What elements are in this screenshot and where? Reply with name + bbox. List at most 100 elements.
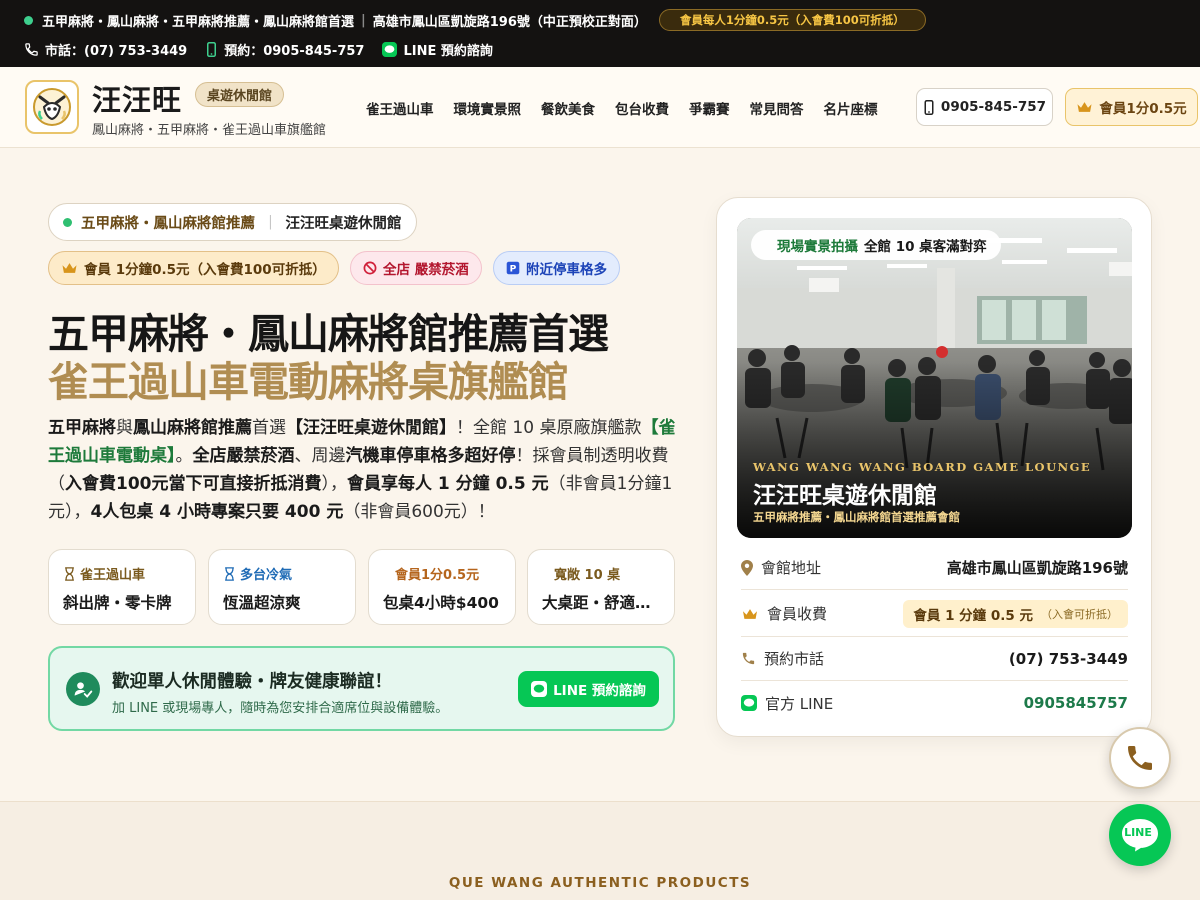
no-entry-icon — [363, 261, 377, 275]
photo-chinese-title: 汪汪旺桌遊休閒館 — [753, 482, 937, 509]
desc-text: 首選 — [252, 418, 286, 438]
photo-caption-pill: 現場實景拍攝 全館 10 桌客滿對弈 — [751, 230, 1001, 260]
header-member-label: 會員1分0.5元 — [1099, 101, 1187, 117]
chip-parking-label: 附近停車格多 — [526, 262, 607, 278]
top-bar-line-link[interactable]: LINE 預約諮詢 — [382, 40, 493, 59]
chip-member-label: 會員 1分鐘0.5元（入會費100可折抵） — [84, 262, 326, 278]
hourglass-icon — [225, 566, 234, 581]
chip-smoke-red: 全店 — [383, 262, 410, 278]
status-dot-icon — [24, 15, 33, 25]
nav-item-roller-table[interactable]: 雀王過山車 — [366, 98, 434, 118]
hero-eyebrow-sep: ｜ — [263, 215, 278, 232]
feature-value: 斜出牌・零卡牌 — [63, 594, 172, 612]
info-row-line: 官方 LINE 0905845757 — [741, 681, 1128, 725]
photo-caption-green: 現場實景拍攝 — [777, 239, 858, 255]
line-icon — [741, 695, 757, 711]
venue-info-card: 現場實景拍攝 全館 10 桌客滿對弈 WANG WANG WANG BOARD … — [716, 197, 1152, 737]
top-bar-promo-badge: 會員每人1分鐘0.5元（入會費100可折抵） — [658, 9, 926, 31]
header-member-button[interactable]: 會員1分0.5元 — [1065, 88, 1198, 126]
info-line-value[interactable]: 0905845757 — [1024, 694, 1128, 712]
site-header: 汪汪旺 桌遊休閒館 鳳山麻將・五甲麻將・雀王過山車旗艦館 雀王過山車 環境實景照… — [0, 67, 1200, 148]
nav-item-location[interactable]: 名片座標 — [824, 98, 878, 118]
phone-icon — [742, 652, 755, 665]
floating-line-button[interactable]: LINE — [1109, 804, 1171, 866]
info-phone-value[interactable]: (07) 753-3449 — [1009, 650, 1128, 668]
hero-eyebrow-left: 五甲麻將・鳳山麻將館推薦 — [81, 215, 255, 232]
brand-logo[interactable] — [25, 80, 79, 134]
top-bar-mobile-link[interactable]: 預約：0905-845-757 — [205, 40, 364, 59]
venue-photo[interactable]: 現場實景拍攝 全館 10 桌客滿對弈 WANG WANG WANG BOARD … — [737, 218, 1132, 538]
top-bar-row-1: 五甲麻將・鳳山麻將・五甲麻將推薦・鳳山麻將館首選 | 高雄市鳳山區凱旋路196號… — [24, 9, 926, 31]
feature-card-tables: 寬敞 10 桌 大桌距・舒適對弈 — [527, 549, 675, 625]
top-bar-tagline: 五甲麻將・鳳山麻將・五甲麻將推薦・鳳山麻將館首選 — [42, 14, 355, 30]
desc-text: （非會員600元）！ — [343, 502, 495, 522]
mobile-icon — [924, 99, 934, 115]
crown-icon — [743, 608, 757, 619]
nav-item-environment[interactable]: 環境實景照 — [454, 98, 522, 118]
hourglass-icon — [65, 566, 74, 581]
photo-caption-text: 全館 10 桌客滿對弈 — [864, 239, 987, 255]
parking-icon: P — [506, 261, 520, 275]
chip-no-smoking: 全店 嚴禁菸酒 — [350, 251, 482, 285]
floating-line-label: LINE — [1124, 826, 1152, 839]
nav-item-food[interactable]: 餐飲美食 — [541, 98, 595, 118]
map-pin-icon — [741, 559, 753, 576]
feature-title: 寬敞 10 桌 — [554, 568, 621, 583]
hero-description: 五甲麻將與鳳山麻將館推薦首選【汪汪旺桌遊休閒館】！全館 10 桌原廠旗艦款【雀王… — [48, 414, 678, 526]
nav-item-faq[interactable]: 常見問答 — [750, 98, 804, 118]
info-address-label: 會館地址 — [761, 559, 822, 577]
header-phone-button[interactable]: 0905-845-757 — [916, 88, 1053, 126]
chip-parking: P 附近停車格多 — [493, 251, 620, 285]
info-fee-label: 會員收費 — [767, 605, 828, 623]
feature-card-roller: 雀王過山車 斜出牌・零卡牌 — [48, 549, 196, 625]
cta-subtitle: 加 LINE 或現場專人，隨時為您安排合適席位與設備體驗。 — [112, 701, 449, 716]
hero-eyebrow-right: 汪汪旺桌遊休閒館 — [285, 215, 402, 232]
status-dot-icon — [63, 217, 72, 227]
info-row-address: 會館地址 高雄市鳳山區凱旋路196號 — [741, 546, 1128, 590]
desc-text: 。 — [175, 446, 193, 466]
top-bar-phone-link[interactable]: 市話：(07) 753-3449 — [24, 40, 187, 59]
cta-line-label: LINE 預約諮詢 — [553, 683, 646, 699]
mobile-icon — [207, 41, 217, 57]
svg-text:P: P — [510, 265, 517, 275]
desc-keyword: 4人包桌 4 小時專案只要 400 元 — [90, 502, 344, 522]
cta-title: 歡迎單人休閒體驗・牌友健康聯誼！ — [112, 672, 392, 692]
cta-banner: 歡迎單人休閒體驗・牌友健康聯誼！ 加 LINE 或現場專人，隨時為您安排合適席位… — [48, 646, 675, 731]
chip-member-rate: 會員 1分鐘0.5元（入會費100可折抵） — [48, 251, 339, 285]
top-info-bar: 五甲麻將・鳳山麻將・五甲麻將推薦・鳳山麻將館首選 | 高雄市鳳山區凱旋路196號… — [0, 0, 1200, 67]
feature-value: 恆溫超涼爽 — [223, 594, 301, 612]
logo-mascot-icon — [33, 88, 71, 126]
feature-title: 雀王過山車 — [80, 568, 146, 583]
desc-keyword: 會員享每人 1 分鐘 0.5 元 — [347, 474, 549, 494]
info-row-fee: 會員收費 會員 1 分鐘 0.5 元 （入會可折抵） — [741, 591, 1128, 637]
user-check-icon — [66, 672, 100, 706]
desc-keyword: 入會費100元當下可直接折抵消費 — [65, 474, 322, 494]
desc-brand: 【汪汪旺桌遊休閒館】 — [286, 418, 456, 438]
floating-phone-button[interactable] — [1109, 727, 1171, 789]
nav-item-tournament[interactable]: 爭霸賽 — [689, 98, 730, 118]
info-address-value: 高雄市鳳山區凱旋路196號 — [946, 559, 1128, 577]
info-row-phone: 預約市話 (07) 753-3449 — [741, 637, 1128, 681]
brand-tag-badge: 桌遊休閒館 — [195, 82, 285, 107]
feature-card-aircon: 多台冷氣 恆溫超涼爽 — [208, 549, 356, 625]
nav-item-pricing[interactable]: 包台收費 — [615, 98, 669, 118]
chip-smoke-label: 嚴禁菸酒 — [414, 262, 469, 278]
feature-title: 會員1分0.5元 — [395, 568, 480, 583]
cta-line-button[interactable]: LINE 預約諮詢 — [518, 671, 659, 707]
hero-title-line-2: 雀王過山車電動麻將桌旗艦館 — [48, 358, 569, 406]
main-nav: 雀王過山車 環境實景照 餐飲美食 包台收費 爭霸賽 常見問答 名片座標 — [366, 98, 898, 118]
hero-eyebrow-pill: 五甲麻將・鳳山麻將館推薦 ｜ 汪汪旺桌遊休閒館 — [48, 203, 417, 241]
info-phone-label: 預約市話 — [764, 650, 825, 668]
line-icon — [382, 41, 398, 57]
info-fee-value: 會員 1 分鐘 0.5 元 — [913, 607, 1033, 624]
desc-keyword: 全店嚴禁菸酒 — [192, 446, 295, 466]
line-icon — [531, 681, 548, 697]
desc-text: 與 — [116, 418, 133, 438]
desc-text: 、周邊 — [294, 446, 346, 466]
top-bar-line-label: LINE 預約諮詢 — [403, 43, 493, 59]
brand-name[interactable]: 汪汪旺 — [92, 77, 182, 119]
top-bar-mobile-label: 預約：0905-845-757 — [224, 43, 365, 59]
crown-icon — [62, 263, 77, 273]
photo-subtitle: 五甲麻將推薦・鳳山麻將館首選推薦會館 — [753, 510, 960, 524]
brand-subtitle: 鳳山麻將・五甲麻將・雀王過山車旗艦館 — [92, 123, 327, 138]
